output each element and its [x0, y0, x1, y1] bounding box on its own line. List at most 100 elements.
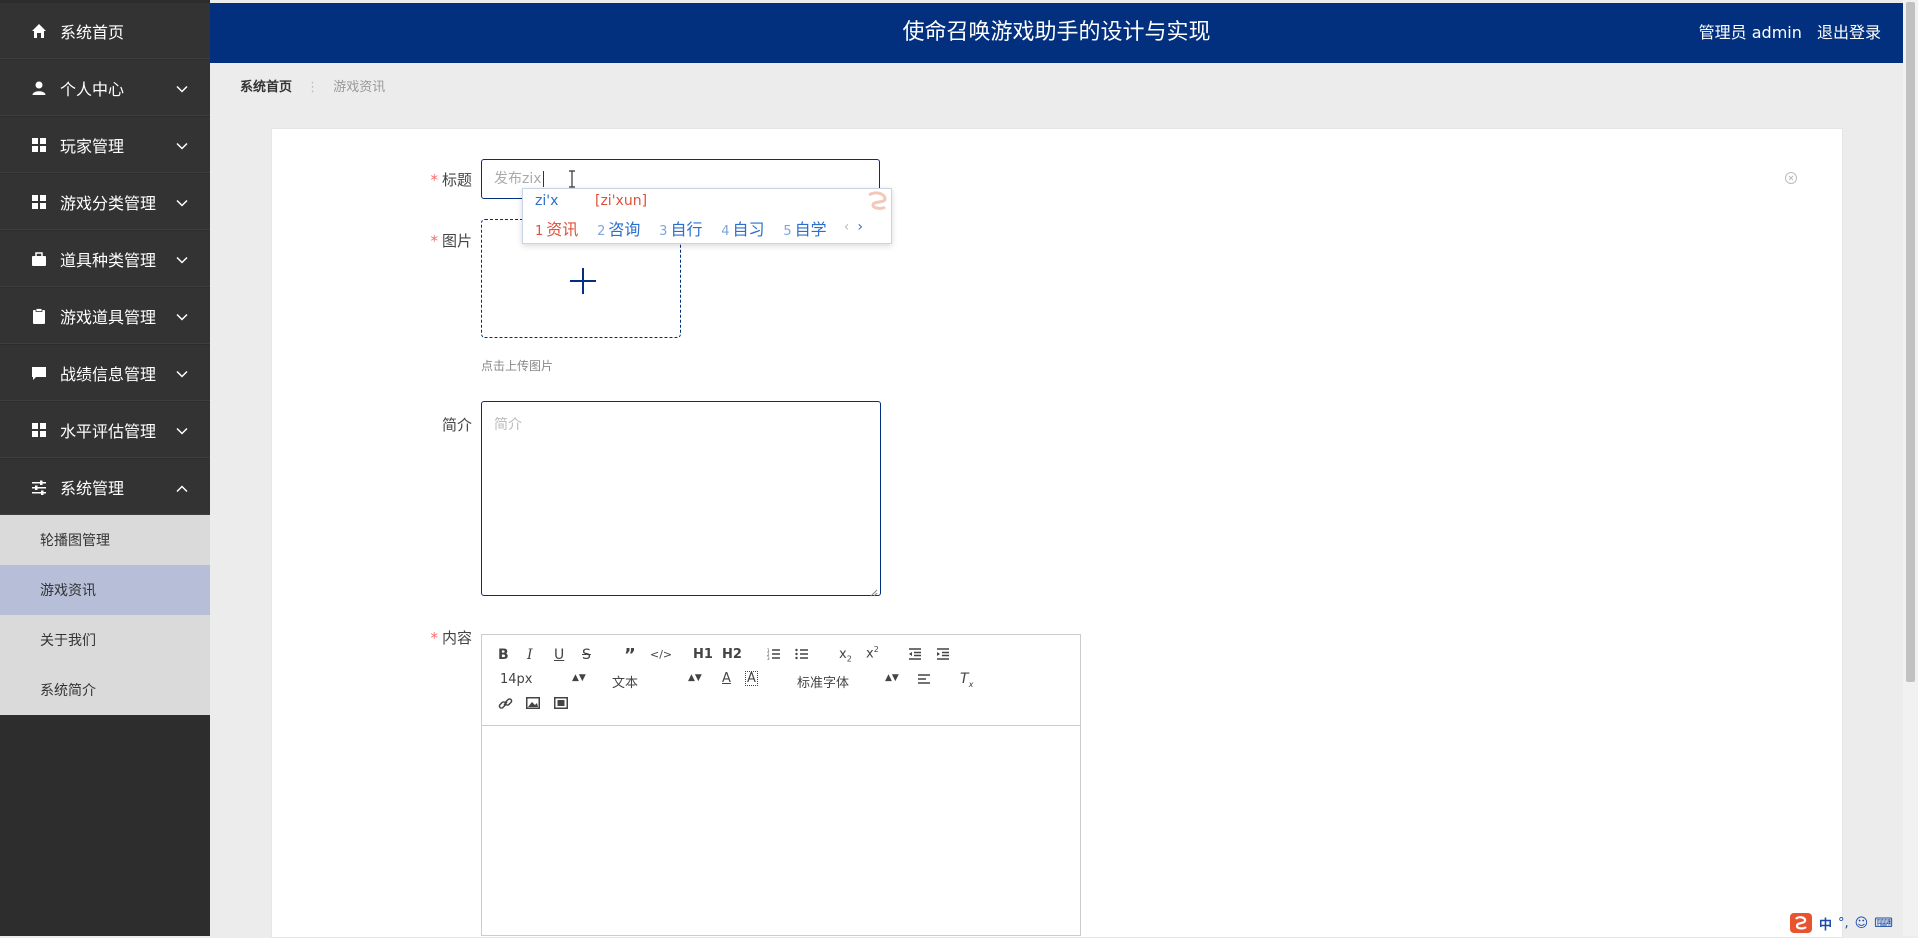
superscript-icon[interactable]: x2: [866, 645, 879, 661]
input-language-indicator[interactable]: 中: [1819, 914, 1832, 933]
blockquote-icon[interactable]: ”: [624, 645, 636, 666]
grid-icon: [30, 421, 48, 439]
logout-button[interactable]: 退出登录: [1817, 23, 1881, 42]
system-submenu: 轮播图管理 游戏资讯 关于我们 系统简介: [0, 515, 210, 715]
close-icon[interactable]: [1784, 170, 1798, 184]
breadcrumb-home[interactable]: 系统首页: [240, 80, 292, 95]
home-icon: [30, 22, 48, 40]
chevron-down-icon: [176, 135, 188, 154]
keyboard-icon[interactable]: ⌨: [1874, 916, 1893, 931]
subscript-icon[interactable]: x2: [839, 647, 852, 664]
heading-select[interactable]: 文本 ▲▼: [612, 672, 702, 691]
heading1-icon[interactable]: H1: [693, 647, 713, 662]
chevron-down-icon: [176, 306, 188, 325]
ime-pinyin-full: [zi'xun]: [595, 193, 648, 209]
ime-page-nav[interactable]: ‹ ›: [844, 219, 863, 235]
grid-icon: [30, 193, 48, 211]
current-user: 管理员 admin: [1698, 23, 1802, 42]
outdent-icon[interactable]: [908, 647, 922, 665]
sidebar-item-game-category[interactable]: 游戏分类管理: [0, 174, 210, 230]
punctuation-icon[interactable]: °,: [1838, 916, 1849, 931]
sidebar-item-game-items[interactable]: 游戏道具管理: [0, 288, 210, 344]
intro-textarea[interactable]: 简介: [481, 401, 881, 597]
ime-candidate[interactable]: 5 自学: [783, 220, 826, 239]
sidebar-item-level-assessment[interactable]: 水平评估管理: [0, 402, 210, 458]
emoji-icon[interactable]: ☺: [1855, 916, 1869, 931]
chevron-right-icon[interactable]: ›: [857, 219, 863, 235]
title-label: * 标题: [430, 171, 472, 189]
strikethrough-icon[interactable]: S: [582, 647, 591, 663]
breadcrumb-separator: ⋮: [306, 80, 320, 95]
background-color-icon[interactable]: A: [745, 671, 758, 686]
sliders-icon: [30, 478, 48, 496]
sidebar-item-personal-center[interactable]: 个人中心: [0, 60, 210, 116]
page-scrollbar[interactable]: [1903, 0, 1918, 936]
sogou-logo-icon[interactable]: [1789, 912, 1813, 934]
heading2-icon[interactable]: H2: [722, 647, 742, 662]
submenu-item-about-us[interactable]: 关于我们: [0, 615, 210, 665]
sidebar-item-home[interactable]: 系统首页: [0, 3, 210, 59]
bold-icon[interactable]: B: [498, 647, 509, 663]
ime-candidate-popup: zi'x [zi'xun] 1 资讯 2 咨询 3 自行 4 自习 5 自学 ‹ ›: [522, 188, 892, 244]
font-size-select[interactable]: 14px ▲▼: [500, 672, 586, 687]
italic-icon[interactable]: I: [527, 647, 533, 663]
chevron-down-icon: [176, 363, 188, 382]
sidebar-item-label: 战绩信息管理: [60, 364, 157, 384]
bullet-list-icon[interactable]: [795, 647, 809, 665]
sidebar-item-label: 系统管理: [60, 478, 125, 498]
code-block-icon[interactable]: </>: [650, 648, 672, 661]
align-left-icon[interactable]: [917, 672, 931, 690]
image-label: * 图片: [430, 232, 472, 250]
sidebar-item-players[interactable]: 玩家管理: [0, 117, 210, 173]
resize-handle-icon[interactable]: [870, 585, 878, 597]
video-icon[interactable]: [554, 697, 568, 713]
user-icon: [30, 79, 48, 97]
font-family-select[interactable]: 标准字体 ▲▼: [797, 672, 899, 691]
content-label: * 内容: [430, 629, 472, 647]
sidebar-item-battle-records[interactable]: 战绩信息管理: [0, 345, 210, 401]
intro-label: 简介: [441, 416, 472, 434]
top-header: 使命召唤游戏助手的设计与实现 管理员 admin 退出登录: [210, 3, 1903, 63]
ime-status-bar: 中 °, ☺ ⌨: [1789, 912, 1899, 934]
sidebar-item-label: 游戏道具管理: [60, 307, 157, 327]
indent-icon[interactable]: [936, 647, 950, 665]
breadcrumb-current: 游戏资讯: [333, 80, 386, 95]
upload-tip: 点击上传图片: [481, 359, 554, 373]
link-icon[interactable]: [498, 696, 513, 715]
scrollbar-thumb[interactable]: [1906, 2, 1915, 682]
image-icon[interactable]: [526, 697, 540, 713]
sidebar-item-label: 系统首页: [60, 22, 125, 42]
chat-icon: [30, 364, 48, 382]
sidebar-item-system-management[interactable]: 系统管理: [0, 459, 210, 515]
sidebar: 系统首页 个人中心 玩家管理 游戏分类管理 道具种类管理 游戏道具管理 战绩信息…: [0, 0, 210, 936]
submenu-item-system-intro[interactable]: 系统简介: [0, 665, 210, 715]
sidebar-item-label: 道具种类管理: [60, 250, 157, 270]
sidebar-item-item-types[interactable]: 道具种类管理: [0, 231, 210, 287]
ime-candidate[interactable]: 3 自行: [659, 220, 702, 239]
breadcrumb: 系统首页 ⋮ 游戏资讯: [240, 76, 385, 95]
font-color-icon[interactable]: A: [722, 671, 731, 686]
ime-candidate[interactable]: 2 咨询: [597, 220, 640, 239]
submenu-item-game-news[interactable]: 游戏资讯: [0, 565, 210, 615]
chevron-down-icon: [176, 249, 188, 268]
chevron-up-icon: [176, 477, 188, 496]
sidebar-item-label: 水平评估管理: [60, 421, 157, 441]
svg-text:3: 3: [767, 656, 770, 661]
chevron-down-icon: [176, 192, 188, 211]
chevron-left-icon[interactable]: ‹: [844, 219, 850, 235]
ordered-list-icon[interactable]: 123: [767, 647, 781, 665]
ime-pinyin: zi'x: [535, 193, 559, 209]
ime-candidate[interactable]: 1 资讯: [535, 220, 578, 239]
briefcase-icon: [30, 250, 48, 268]
clear-format-icon[interactable]: Tx: [960, 671, 973, 689]
editor-toolbar: B I U S ” </> H1 H2 123 x2 x2 14px ▲▼ 文本 ▲…: [482, 635, 1080, 726]
editor-content-area[interactable]: [482, 726, 1080, 935]
app-title: 使命召唤游戏助手的设计与实现: [902, 20, 1211, 45]
underline-icon[interactable]: U: [554, 647, 564, 663]
ime-candidate[interactable]: 4 自习: [721, 220, 764, 239]
sidebar-item-label: 个人中心: [60, 79, 125, 99]
clipboard-icon: [30, 307, 48, 325]
submenu-item-carousel[interactable]: 轮播图管理: [0, 515, 210, 565]
sidebar-item-label: 玩家管理: [60, 136, 125, 156]
ime-logo-icon: [865, 191, 889, 213]
